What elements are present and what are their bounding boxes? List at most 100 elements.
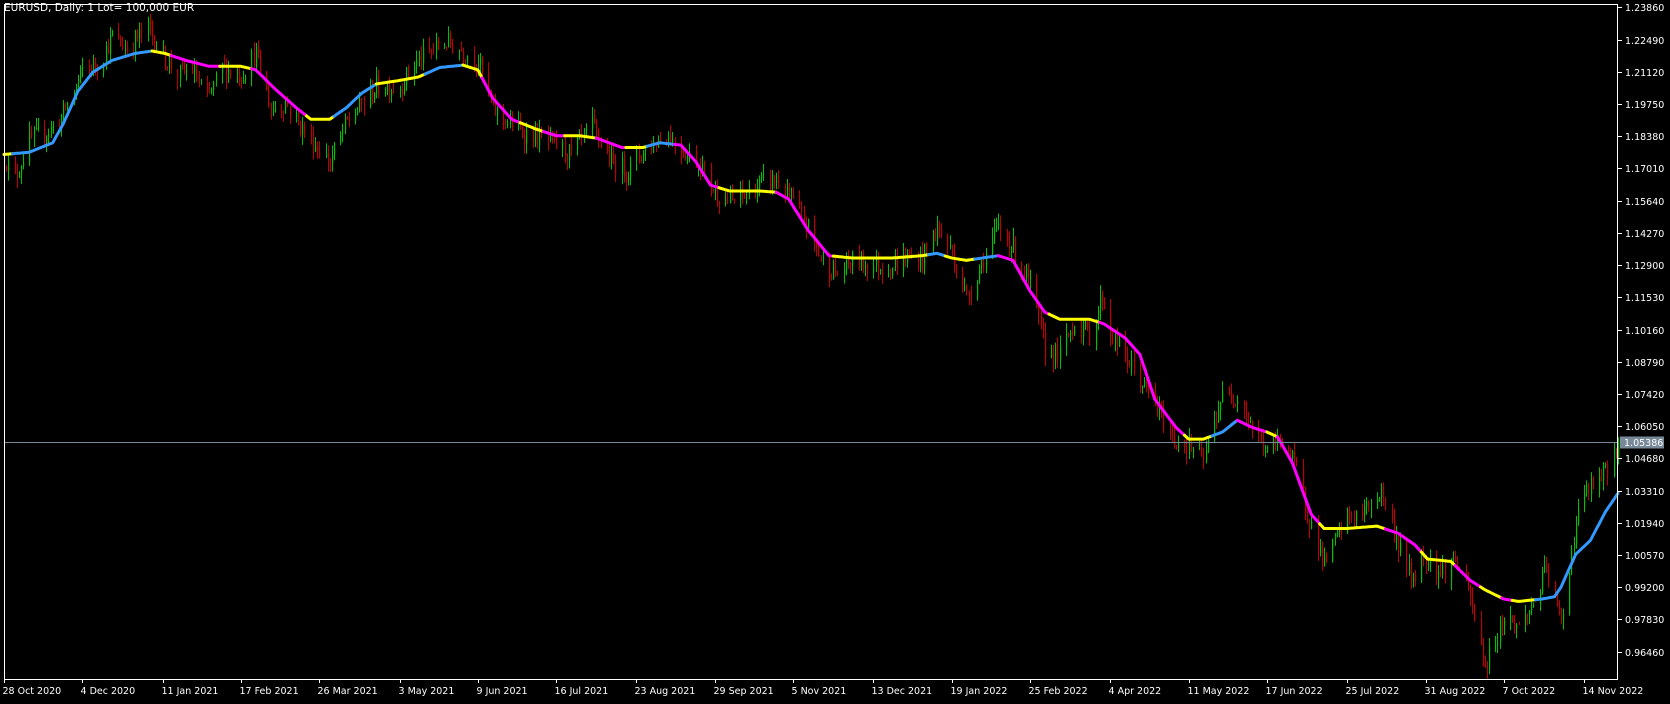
candle-body xyxy=(1275,439,1277,444)
ma-segment-flat xyxy=(717,186,778,194)
candle-body xyxy=(364,103,366,106)
candle-body xyxy=(1148,386,1150,391)
candle-body xyxy=(196,66,198,81)
candle xyxy=(835,257,837,278)
candle-body xyxy=(1229,391,1231,394)
candle-body xyxy=(82,66,84,68)
candle-body xyxy=(1244,400,1246,411)
candle-body xyxy=(567,156,569,161)
candle xyxy=(118,22,120,40)
candle xyxy=(78,74,80,88)
candle xyxy=(645,147,647,161)
candle xyxy=(404,79,406,96)
candle-body xyxy=(1502,620,1504,627)
candle xyxy=(347,115,349,120)
candle xyxy=(95,57,97,76)
candle-body xyxy=(1030,276,1032,279)
candle xyxy=(429,36,431,54)
candle xyxy=(863,249,865,274)
candle xyxy=(1599,467,1601,498)
candle-body xyxy=(950,244,952,248)
candle xyxy=(880,268,882,275)
candle xyxy=(328,145,330,172)
candle-body xyxy=(895,258,897,268)
candle xyxy=(1045,322,1047,367)
candle xyxy=(837,270,839,277)
candle-body xyxy=(1411,562,1413,582)
candle-body xyxy=(106,46,108,63)
candle-body xyxy=(524,136,526,144)
candle-body xyxy=(1248,416,1250,423)
candle xyxy=(615,154,617,183)
candle-body xyxy=(34,129,36,137)
candle-body xyxy=(1112,337,1114,345)
candle xyxy=(1127,346,1129,374)
candle xyxy=(1178,435,1180,453)
candle xyxy=(986,247,988,274)
candle xyxy=(556,130,558,150)
chart-window[interactable]: EURUSD, Daily: 1 Lot= 100,000 EUR 1.2386… xyxy=(0,0,1670,700)
candle xyxy=(1053,345,1055,373)
candle xyxy=(592,107,594,139)
candle xyxy=(467,55,469,66)
candle-body xyxy=(636,148,638,162)
candle-body xyxy=(867,264,869,272)
candle-body xyxy=(1533,604,1535,607)
candle xyxy=(465,58,467,65)
candle-body xyxy=(44,127,46,142)
candle-body xyxy=(108,46,110,54)
candle-body xyxy=(177,70,179,80)
candle xyxy=(1110,299,1112,347)
candle-body xyxy=(1041,314,1043,324)
candle xyxy=(611,142,613,170)
candle-body xyxy=(1379,498,1381,500)
candle xyxy=(1051,344,1053,359)
candle-body xyxy=(1172,434,1174,436)
candle-body xyxy=(357,111,359,115)
candle xyxy=(903,243,905,278)
candle-body xyxy=(1320,546,1322,553)
candle-body xyxy=(1265,450,1267,453)
candle xyxy=(821,255,823,262)
ma-segment-flat xyxy=(563,134,598,140)
candle-body xyxy=(239,72,241,81)
candle-body xyxy=(391,90,393,97)
candle xyxy=(801,201,803,218)
candle-body xyxy=(17,172,19,178)
candle-body xyxy=(1174,434,1176,446)
candle xyxy=(1250,416,1252,424)
price-tick-label: 1.10160 xyxy=(1625,326,1664,337)
candle xyxy=(446,46,448,51)
candle-body xyxy=(1261,434,1263,439)
price-chart[interactable]: 1.23860 1.22490 1.21120 1.19750 1.18380 1.170… xyxy=(0,0,1670,700)
candle xyxy=(956,263,958,279)
candle xyxy=(1026,263,1028,283)
candle-body xyxy=(1072,331,1074,334)
candle-body xyxy=(127,48,129,53)
candle-body xyxy=(287,102,289,107)
candle-body xyxy=(1337,533,1339,535)
price-tick-label: 1.12900 xyxy=(1625,261,1664,272)
candle-body xyxy=(823,257,825,259)
candle xyxy=(981,259,983,274)
ma-segment-down xyxy=(774,190,835,258)
candle-body xyxy=(355,114,357,121)
candle xyxy=(562,138,564,158)
candle xyxy=(1072,322,1074,340)
candle xyxy=(947,233,949,255)
candle-body xyxy=(467,55,469,62)
candle-body xyxy=(1074,326,1076,334)
time-tick-label: 17 Jun 2022 xyxy=(1266,686,1323,697)
candle-body xyxy=(789,185,791,198)
candle-body xyxy=(1593,478,1595,489)
candle-body xyxy=(801,205,803,210)
candle xyxy=(715,180,717,201)
candle xyxy=(290,105,292,124)
candle xyxy=(1487,660,1489,679)
candle-body xyxy=(433,50,435,52)
candle xyxy=(941,223,943,239)
candle-body xyxy=(746,195,748,197)
candle xyxy=(1214,410,1216,444)
candle-body xyxy=(1349,508,1351,516)
ma-segment-flat xyxy=(1047,312,1102,324)
